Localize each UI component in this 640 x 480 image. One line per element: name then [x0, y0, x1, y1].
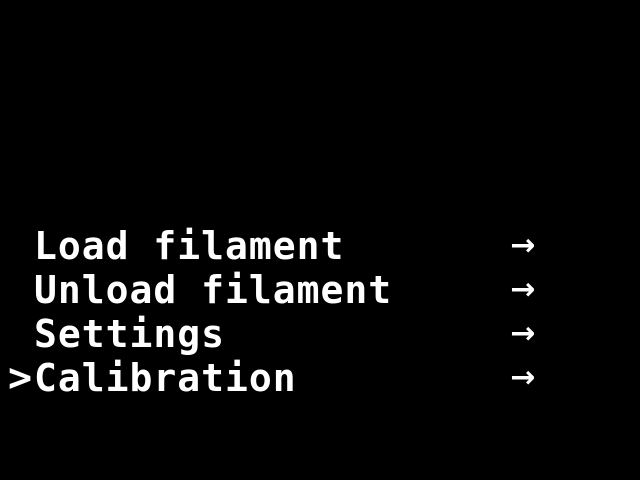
arrow-right-icon: → [510, 316, 536, 351]
menu-item-label: Unload filament [34, 268, 393, 312]
menu-item-label: Calibration [34, 356, 297, 400]
arrow-right-icon: → [510, 272, 536, 307]
arrow-right-icon: → [510, 228, 536, 263]
menu-item-settings[interactable]: Settings → [0, 312, 640, 356]
lcd-screen: Load filament → Unload filament → Settin… [0, 0, 640, 480]
menu-item-load-filament[interactable]: Load filament → [0, 224, 640, 268]
main-menu: Load filament → Unload filament → Settin… [0, 224, 640, 400]
menu-item-label: Settings [34, 312, 226, 356]
menu-item-unload-filament[interactable]: Unload filament → [0, 268, 640, 312]
arrow-right-icon: → [510, 360, 536, 395]
menu-item-label: Load filament [34, 224, 345, 268]
menu-item-calibration[interactable]: > Calibration → [0, 356, 640, 400]
selection-cursor-icon: > [8, 355, 33, 401]
